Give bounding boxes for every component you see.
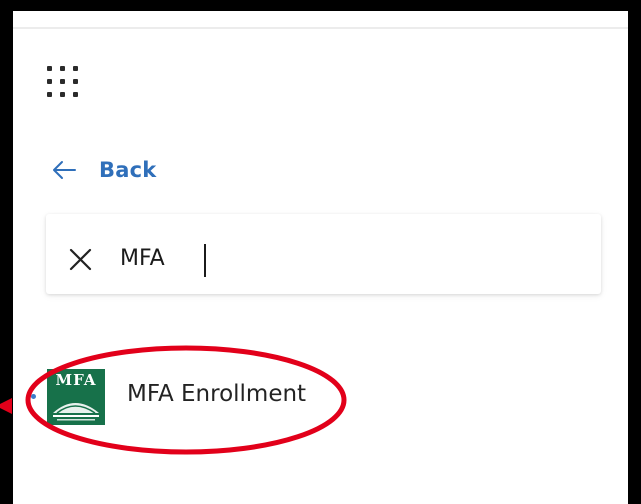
mfa-logo-icon: MFA bbox=[47, 369, 105, 425]
screenshot-frame: Back MFA MFA Enrollment bbox=[0, 0, 641, 504]
app-launcher-icon[interactable] bbox=[47, 66, 81, 102]
close-icon[interactable] bbox=[68, 247, 93, 272]
search-result-mfa-enrollment[interactable]: MFA MFA Enrollment bbox=[31, 369, 351, 425]
back-button[interactable]: Back bbox=[51, 155, 156, 185]
annotation-arrow-icon bbox=[0, 398, 12, 414]
back-label: Back bbox=[99, 158, 157, 182]
search-box bbox=[46, 214, 601, 294]
text-cursor bbox=[204, 244, 206, 277]
app-panel: Back MFA MFA Enrollment bbox=[13, 11, 628, 504]
divider bbox=[13, 27, 628, 29]
search-input[interactable] bbox=[120, 239, 560, 277]
result-indicator-dot bbox=[31, 394, 36, 399]
result-name: MFA Enrollment bbox=[127, 381, 307, 407]
arrow-left-icon bbox=[53, 161, 76, 179]
